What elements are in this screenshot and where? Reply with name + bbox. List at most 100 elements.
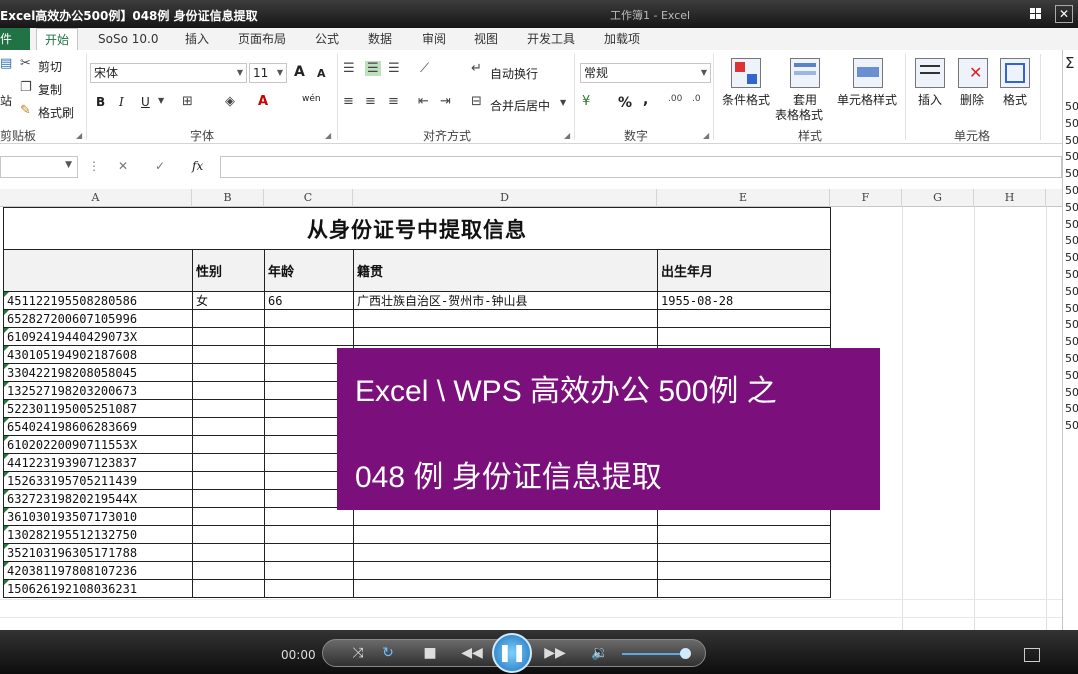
fast-forward-icon[interactable]: ▶▶: [543, 640, 567, 666]
align-left-icon[interactable]: ≡: [343, 94, 354, 109]
column-header-f[interactable]: F: [830, 189, 902, 207]
cut-button[interactable]: 剪切: [38, 58, 62, 75]
header-cell-origin[interactable]: 籍贯: [353, 249, 658, 292]
table-format-label-2[interactable]: 表格格式: [775, 106, 823, 123]
column-header-h[interactable]: H: [974, 189, 1046, 207]
table-cell[interactable]: [192, 561, 265, 580]
underline-button[interactable]: U: [141, 95, 150, 109]
table-cell[interactable]: [353, 579, 658, 598]
wrap-text-button[interactable]: 自动换行: [490, 65, 538, 82]
table-cell[interactable]: 61092419440429073X: [3, 327, 193, 346]
tab-developer[interactable]: 开发工具: [519, 28, 583, 50]
formula-input[interactable]: [220, 156, 1062, 178]
table-cell[interactable]: 330422198208058045: [3, 363, 193, 382]
table-cell[interactable]: [192, 489, 265, 508]
table-cell[interactable]: 63272319820219544X: [3, 489, 193, 508]
align-right-icon[interactable]: ≡: [388, 94, 399, 109]
insert-function-icon[interactable]: fx: [192, 159, 203, 173]
table-cell[interactable]: [192, 381, 265, 400]
tab-home[interactable]: 开始: [36, 28, 79, 50]
table-cell[interactable]: [192, 507, 265, 526]
column-header-b[interactable]: B: [192, 189, 264, 207]
number-launcher-icon[interactable]: ◢: [703, 131, 709, 140]
currency-icon[interactable]: ¥: [582, 94, 590, 109]
table-cell[interactable]: 女: [192, 291, 265, 310]
table-format-icon[interactable]: [790, 58, 820, 88]
conditional-format-button[interactable]: 条件格式: [722, 91, 770, 108]
cell-styles-button[interactable]: 单元格样式: [837, 91, 897, 108]
format-painter-icon[interactable]: ✎: [20, 103, 31, 118]
column-header-c[interactable]: C: [264, 189, 353, 207]
table-cell[interactable]: 420381197808107236: [3, 561, 193, 580]
decrease-indent-icon[interactable]: ⇤: [418, 94, 429, 109]
insert-cells-icon[interactable]: [915, 58, 945, 88]
tab-formulas[interactable]: 公式: [307, 28, 347, 50]
table-cell[interactable]: 430105194902187608: [3, 345, 193, 364]
table-cell[interactable]: [657, 579, 831, 598]
header-cell-id[interactable]: [3, 249, 193, 292]
shuffle-icon[interactable]: ⤨: [348, 640, 368, 666]
table-cell[interactable]: 150626192108036231: [3, 579, 193, 598]
font-size-select[interactable]: 11 ▼: [249, 63, 287, 83]
repeat-icon[interactable]: ↻: [378, 640, 398, 666]
table-cell[interactable]: [192, 579, 265, 598]
italic-button[interactable]: I: [119, 95, 124, 109]
tab-page-layout[interactable]: 页面布局: [230, 28, 294, 50]
close-icon[interactable]: ✕: [1055, 5, 1073, 23]
column-header-a[interactable]: A: [0, 189, 192, 207]
table-cell[interactable]: [192, 327, 265, 346]
header-cell-gender[interactable]: 性别: [192, 249, 265, 292]
copy-icon[interactable]: ❐: [20, 80, 32, 95]
tab-soso[interactable]: SoSo 10.0: [90, 28, 166, 50]
border-icon[interactable]: ⊞: [182, 94, 193, 109]
table-cell[interactable]: [657, 507, 831, 526]
table-cell[interactable]: [192, 543, 265, 562]
table-cell[interactable]: 451122195508280586: [3, 291, 193, 310]
confirm-icon[interactable]: ✓: [155, 159, 165, 173]
table-cell[interactable]: [192, 363, 265, 382]
table-cell[interactable]: [192, 435, 265, 454]
table-cell[interactable]: 654024198606283669: [3, 417, 193, 436]
shrink-font-button[interactable]: A: [317, 67, 326, 80]
volume-icon[interactable]: 🔉: [590, 640, 610, 666]
increase-indent-icon[interactable]: ⇥: [440, 94, 451, 109]
grid-menu-icon[interactable]: [1030, 8, 1046, 20]
paste-icon[interactable]: ▤: [0, 56, 12, 71]
tab-file[interactable]: 件: [0, 28, 30, 50]
format-painter-button[interactable]: 格式刷: [38, 104, 74, 121]
table-cell[interactable]: [192, 453, 265, 472]
wrap-text-icon[interactable]: ↵: [471, 61, 482, 76]
table-cell[interactable]: [353, 507, 658, 526]
column-header-e[interactable]: E: [657, 189, 830, 207]
font-name-select[interactable]: 宋体 ▼: [90, 63, 247, 83]
scissors-icon[interactable]: ✂: [20, 56, 31, 71]
table-cell[interactable]: 132527198203200673: [3, 381, 193, 400]
chevron-down-icon[interactable]: ▼: [158, 96, 164, 105]
table-cell[interactable]: [657, 561, 831, 580]
orientation-icon[interactable]: ⟋: [420, 61, 429, 76]
table-cell[interactable]: [264, 507, 354, 526]
table-cell[interactable]: 361030193507173010: [3, 507, 193, 526]
stop-icon[interactable]: ■: [420, 640, 440, 666]
alignment-launcher-icon[interactable]: ◢: [564, 131, 570, 140]
table-cell[interactable]: 652827200607105996: [3, 309, 193, 328]
bold-button[interactable]: B: [96, 95, 105, 109]
copy-button[interactable]: 复制: [38, 81, 62, 98]
header-cell-birth[interactable]: 出生年月: [657, 249, 831, 292]
table-cell[interactable]: 441223193907123837: [3, 453, 193, 472]
table-cell[interactable]: 522301195005251087: [3, 399, 193, 418]
table-cell[interactable]: 130282195512132750: [3, 525, 193, 544]
clipboard-launcher-icon[interactable]: ◢: [76, 131, 82, 140]
table-cell[interactable]: [657, 525, 831, 544]
pause-button[interactable]: ❚❚: [492, 633, 532, 673]
table-cell[interactable]: [353, 543, 658, 562]
number-format-select[interactable]: 常规 ▼: [580, 63, 711, 83]
table-cell[interactable]: [264, 525, 354, 544]
tab-view[interactable]: 视图: [466, 28, 506, 50]
tab-addins[interactable]: 加载项: [596, 28, 648, 50]
table-cell[interactable]: [192, 345, 265, 364]
delete-cells-icon[interactable]: ✕: [958, 58, 988, 88]
cancel-icon[interactable]: ✕: [118, 159, 128, 173]
fill-color-icon[interactable]: ◈: [225, 94, 235, 109]
worksheet-grid[interactable]: 从身份证号中提取信息 性别 年龄 籍贯 出生年月 451122195508280…: [0, 207, 1062, 630]
